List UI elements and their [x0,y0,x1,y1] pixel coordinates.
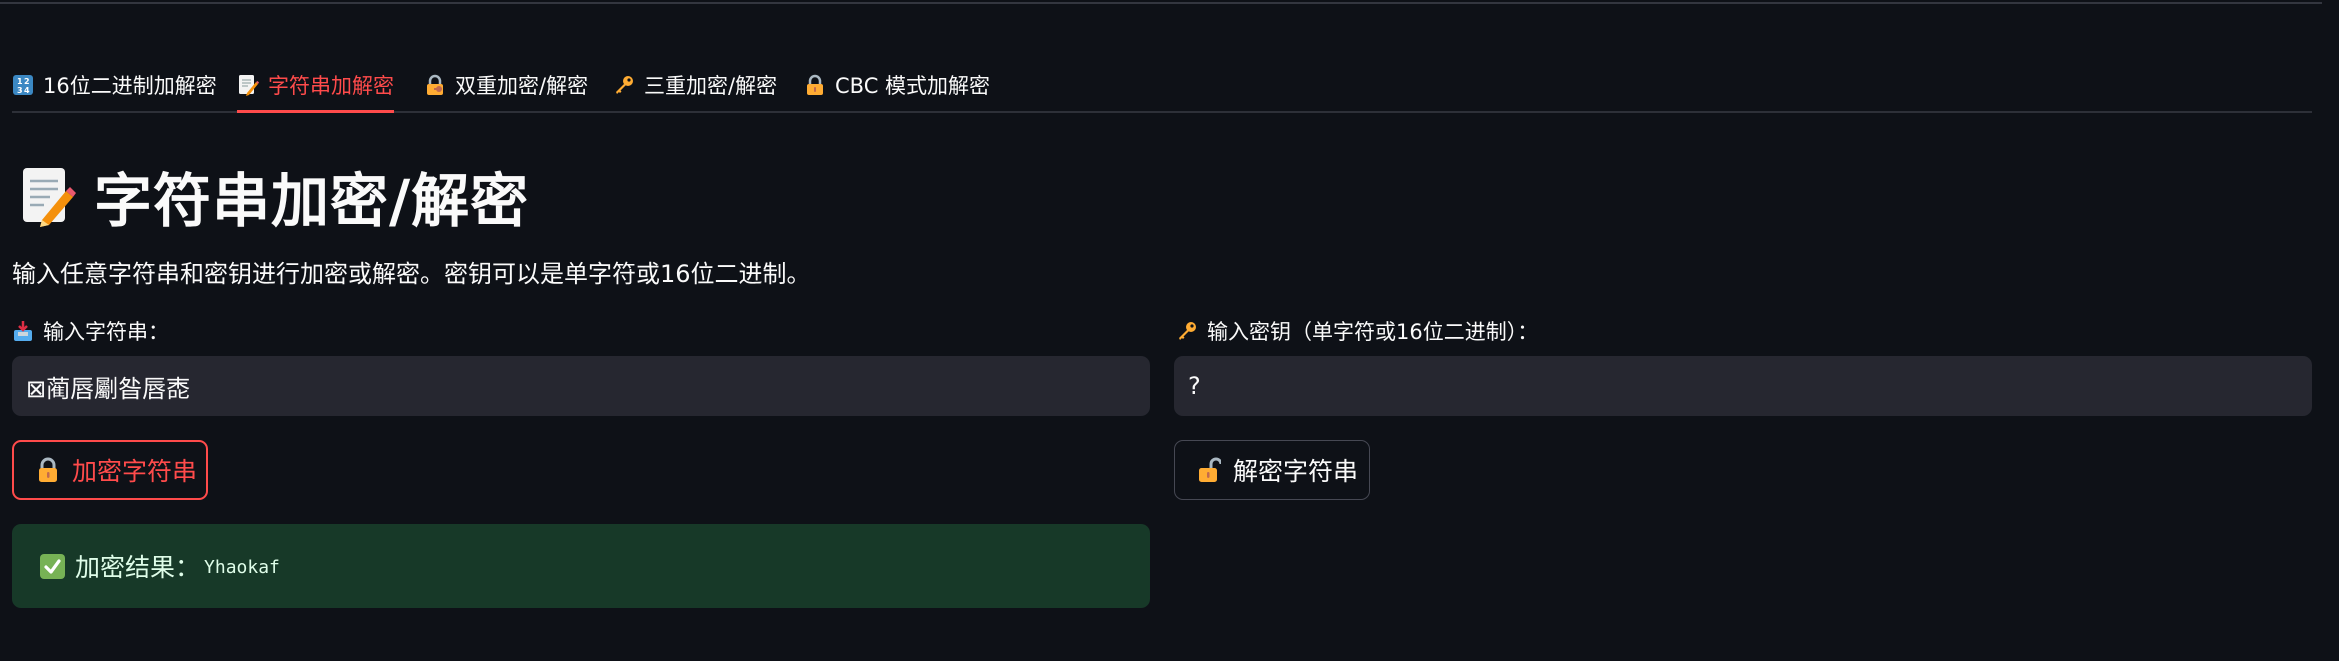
tab-bar: 1 2 3 4 16位二进制加解密 字符串加解密 双重加密/解密 三重加密/解密… [12,58,2312,114]
svg-text:3: 3 [17,86,23,95]
key-field-label-text: 输入密钥（单字符或16位二进制）： [1207,320,1539,344]
numbers-icon: 1 2 3 4 [12,74,34,96]
lock-with-key-icon [424,74,446,96]
encrypt-button-label: 加密字符串 [72,457,198,486]
key-field-label: 输入密钥（单字符或16位二进制）： [1176,316,1538,346]
page-title: 字符串加密/解密 [20,160,529,235]
tab-label: 16位二进制加解密 [43,74,217,98]
tab-label: 双重加密/解密 [455,74,589,98]
decrypt-string-button[interactable]: 解密字符串 [1174,440,1370,500]
string-field-label-text: 输入字符串： [43,320,169,344]
lock-icon [804,74,826,96]
tab-string[interactable]: 字符串加解密 [237,58,394,113]
top-divider [0,2,2322,4]
tab-triple-encrypt[interactable]: 三重加密/解密 [613,58,777,112]
key-icon [613,74,635,96]
result-value: Yhaokaf [204,557,280,578]
key-input[interactable] [1174,356,2312,416]
key-icon [1176,320,1198,342]
svg-text:4: 4 [24,86,30,95]
tab-label: 字符串加解密 [268,74,394,98]
unlock-icon [1197,457,1221,483]
string-field-label: 输入字符串： [12,316,169,346]
string-input[interactable] [12,356,1150,416]
memo-icon [237,74,259,96]
svg-text:2: 2 [24,77,30,86]
svg-text:1: 1 [17,77,23,86]
memo-icon [20,165,76,227]
check-mark-icon [40,553,65,579]
inbox-tray-icon [12,320,34,342]
lock-icon [36,457,60,483]
tab-label: CBC 模式加解密 [835,74,991,98]
result-label: 加密结果： [75,553,201,582]
decrypt-button-label: 解密字符串 [1233,457,1359,486]
page-description: 输入任意字符串和密钥进行加密或解密。密钥可以是单字符或16位二进制。 [12,260,811,288]
tab-double-encrypt[interactable]: 双重加密/解密 [424,58,588,112]
success-result-box: 加密结果： Yhaokaf [12,524,1150,608]
tab-label: 三重加密/解密 [644,74,778,98]
tab-cbc-mode[interactable]: CBC 模式加解密 [804,58,990,112]
app-page: 1 2 3 4 16位二进制加解密 字符串加解密 双重加密/解密 三重加密/解密… [0,0,2339,661]
tab-binary16[interactable]: 1 2 3 4 16位二进制加解密 [12,58,217,112]
encrypt-string-button[interactable]: 加密字符串 [12,440,208,500]
page-title-text: 字符串加密/解密 [94,167,530,235]
